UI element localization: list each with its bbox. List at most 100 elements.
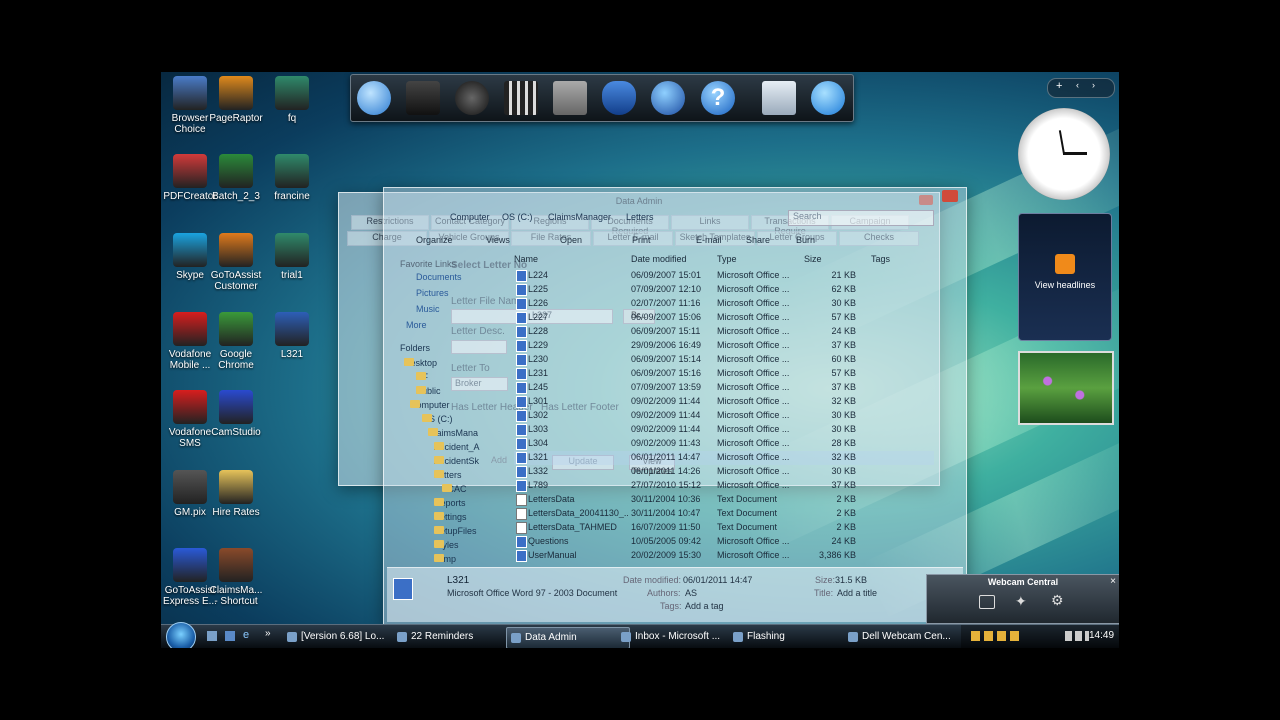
breadcrumb-item[interactable]: ClaimsManager [548,212,611,222]
breadcrumb-item[interactable]: OS (C:) [502,212,533,222]
webcam-snapshot-icon[interactable] [979,595,995,609]
desktop-icon[interactable]: trial1 [263,233,321,281]
file-row[interactable]: L321 06/01/2011 14:47 Microsoft Office ...… [514,451,934,465]
explorer-close-icon[interactable] [942,190,958,202]
taskbar-button[interactable]: Inbox - Microsoft ... [617,627,739,647]
file-row[interactable]: L231 06/09/2007 15:16 Microsoft Office ...… [514,367,934,381]
file-row[interactable]: L303 09/02/2009 11:44 Microsoft Office ...… [514,423,934,437]
tree-item[interactable]: Temp [434,554,456,564]
webcam-effects-icon[interactable]: ✦ [1015,593,1027,610]
desktop-icon[interactable]: ClaimsMa... - Shortcut [207,548,265,607]
file-row[interactable]: LettersData_TAHMED 16/07/2009 11:50 Text D… [514,521,934,535]
toolbar-share-button[interactable]: Share [746,235,770,245]
details-title-value[interactable]: Add a title [837,588,877,598]
desktop-icon[interactable]: Hire Rates [207,470,265,518]
toolbar-views-button[interactable]: Views [486,235,510,245]
desktop-icon[interactable]: Google Chrome [207,312,265,371]
favorite-link-documents[interactable]: Documents [416,272,462,282]
help-icon[interactable]: ? [701,81,735,115]
toolbar-e-mail-button[interactable]: E-mail [696,235,722,245]
quicklaunch-more-icon[interactable]: » [265,628,271,639]
file-row[interactable]: L789 27/07/2010 15:12 Microsoft Office ...… [514,479,934,493]
column-header-tags[interactable]: Tags [871,254,890,264]
file-row[interactable]: L225 07/09/2007 12:10 Microsoft Office ...… [514,283,934,297]
slideshow-gadget[interactable] [1018,351,1114,425]
tree-item[interactable]: Letters [434,470,462,480]
toolbar-organize-button[interactable]: Organize [416,235,453,245]
breadcrumb-item[interactable]: Computer [450,212,490,222]
favorite-link-music[interactable]: Music [416,304,440,314]
clapperboard-icon[interactable] [504,81,538,115]
favorite-link-more[interactable]: More [406,320,427,330]
next-gadget-icon[interactable]: › [1092,80,1095,90]
tree-item[interactable]: SetupFiles [434,526,477,536]
toolbar-burn-button[interactable]: Burn [796,235,815,245]
webcam-close-icon[interactable]: × [1110,576,1116,587]
file-row[interactable]: L302 09/02/2009 11:44 Microsoft Office ...… [514,409,934,423]
column-header-date-modified[interactable]: Date modified [631,254,687,264]
desktop-icon[interactable]: PageRaptor [207,76,265,124]
file-row[interactable]: L304 09/02/2009 11:43 Microsoft Office ...… [514,437,934,451]
file-row[interactable]: L227 06/09/2007 15:06 Microsoft Office ...… [514,311,934,325]
taskbar-button[interactable]: Flashing [729,627,851,647]
tree-item[interactable]: Accident_A [434,442,480,452]
toolbar-print-button[interactable]: Print [632,235,651,245]
recycle-bin-icon[interactable] [553,81,587,115]
tree-item[interactable]: ClaimsMana [428,428,478,438]
tree-item[interactable]: Computer [410,400,450,410]
file-row[interactable]: L230 06/09/2007 15:14 Microsoft Office ...… [514,353,934,367]
camera-icon[interactable] [406,81,440,115]
favorite-link-pictures[interactable]: Pictures [416,288,449,298]
details-tags-value[interactable]: Add a tag [685,601,724,611]
clock-gadget[interactable] [1018,108,1110,200]
desktop-icon[interactable]: francine [263,154,321,202]
column-header-name[interactable]: Name [514,254,538,264]
desktop-icon[interactable]: Batch_2_3 [207,154,265,202]
file-row[interactable]: L226 02/07/2007 11:16 Microsoft Office ...… [514,297,934,311]
internet-explorer-icon[interactable] [811,81,845,115]
speaker-icon[interactable] [455,81,489,115]
taskbar-button[interactable]: [Version 6.68] Lo... [283,627,405,647]
prev-gadget-icon[interactable]: ‹ [1076,80,1079,90]
file-row[interactable]: LettersData_20041130_... 30/11/2004 10:47… [514,507,934,521]
file-row[interactable]: L224 06/09/2007 15:01 Microsoft Office ...… [514,269,934,283]
file-row[interactable]: UserManual 20/02/2009 15:30 Microsoft Offi… [514,549,934,563]
security-shield-icon[interactable] [602,81,636,115]
search-input[interactable]: Search [788,210,934,226]
webcam-settings-gear-icon[interactable]: ⚙ [1051,592,1064,609]
globe-icon[interactable] [651,81,685,115]
tree-item[interactable]: Settings [434,512,467,522]
tree-item[interactable]: OS (C:) [422,414,453,424]
column-header-type[interactable]: Type [717,254,737,264]
network-volume-icons[interactable] [1065,631,1089,641]
show-desktop-icon[interactable] [207,631,217,641]
breadcrumb[interactable]: Computer OS (C:) ClaimsManager Letters [450,212,750,224]
desktop-icon[interactable]: GoToAssist Customer [207,233,265,292]
file-row[interactable]: L229 29/09/2006 16:49 Microsoft Office ...… [514,339,934,353]
file-row[interactable]: L301 09/02/2009 11:44 Microsoft Office ...… [514,395,934,409]
start-button[interactable] [166,622,196,648]
taskbar-clock[interactable]: 14:49 [1089,630,1114,641]
file-row[interactable]: Questions 10/05/2005 09:42 Microsoft Offic… [514,535,934,549]
taskbar-button[interactable]: Dell Webcam Cen... [844,627,966,647]
tree-item[interactable]: Styles [434,540,459,550]
folders-label[interactable]: Folders [400,343,430,353]
ie-quicklaunch-icon[interactable]: e [243,629,249,641]
file-row[interactable]: LettersData 30/11/2004 10:36 Text Document… [514,493,934,507]
tray-icons[interactable] [971,631,1023,641]
tree-item[interactable]: FCAC [442,484,467,494]
taskbar-button[interactable]: 22 Reminders [393,627,515,647]
add-gadget-icon[interactable]: + [1056,80,1062,92]
file-row[interactable]: L245 07/09/2007 13:59 Microsoft Office ...… [514,381,934,395]
tree-item[interactable]: Reports [434,498,466,508]
desktop-icon[interactable]: fq [263,76,321,124]
view-headlines-label[interactable]: View headlines [1019,280,1111,290]
desktop-icon[interactable]: CamStudio [207,390,265,438]
desktop-icon[interactable]: L321 [263,312,321,360]
trash-icon[interactable] [762,81,796,115]
details-authors-value[interactable]: AS [685,588,697,598]
mail-icon[interactable] [357,81,391,115]
column-header-size[interactable]: Size [804,254,822,264]
tree-item[interactable]: AccidentSk [434,456,479,466]
toolbar-open-button[interactable]: Open [560,235,582,245]
